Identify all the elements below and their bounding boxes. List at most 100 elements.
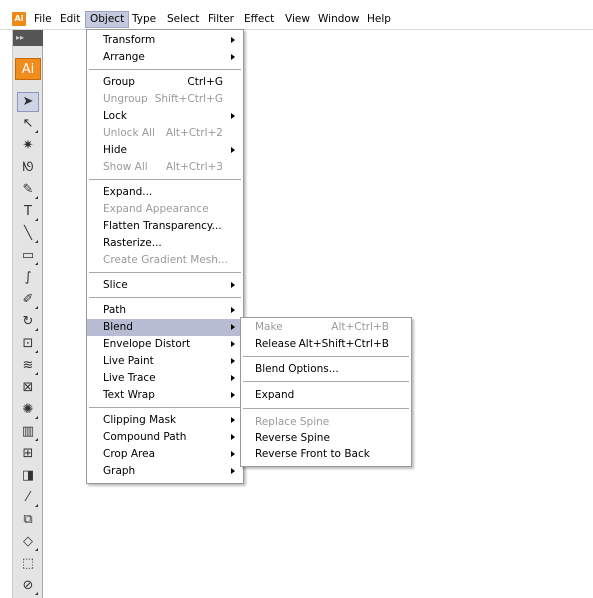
- live-paint-selection-tool-icon[interactable]: ⬚: [17, 554, 39, 574]
- rectangle-tool-icon[interactable]: ▭: [17, 246, 39, 266]
- menu-item-lock[interactable]: Lock: [87, 108, 243, 125]
- submenu-arrow-icon: [231, 113, 235, 119]
- menu-item-slice[interactable]: Slice: [87, 277, 243, 294]
- blend-tool-icon[interactable]: ⧉: [17, 510, 39, 530]
- menu-item-reverse-spine[interactable]: Reverse Spine: [241, 430, 411, 447]
- menu-item-graph[interactable]: Graph: [87, 463, 243, 480]
- menu-separator: [243, 408, 409, 409]
- flyout-corner-icon: [35, 416, 38, 419]
- menu-item-live-paint[interactable]: Live Paint: [87, 353, 243, 370]
- submenu-arrow-icon: [231, 147, 235, 153]
- flyout-corner-icon: [35, 262, 38, 265]
- submenu-arrow-icon: [231, 417, 235, 423]
- menu-item-ungroup: Ungroup Shift+Ctrl+G: [103, 93, 223, 105]
- magic-wand-tool-icon[interactable]: ✷: [17, 136, 39, 156]
- flyout-corner-icon: [35, 504, 38, 507]
- submenu-arrow-icon: [231, 54, 235, 60]
- menu-item-unlock-all: Unlock All Alt+Ctrl+2: [103, 127, 223, 139]
- illustrator-app-icon[interactable]: Ai: [12, 12, 26, 26]
- flyout-corner-icon: [35, 350, 38, 353]
- menu-item-live-trace[interactable]: Live Trace: [87, 370, 243, 387]
- menu-item-crop-area[interactable]: Crop Area: [87, 446, 243, 463]
- menu-item-replace-spine: Replace Spine: [255, 416, 330, 428]
- submenu-arrow-icon: [231, 358, 235, 364]
- eyedropper-tool-icon[interactable]: ⁄: [17, 488, 39, 508]
- menu-separator: [243, 381, 409, 382]
- submenu-arrow-icon: [231, 468, 235, 474]
- object-menu: Transform Arrange Group Ctrl+G Ungroup Shi…: [86, 29, 244, 484]
- type-tool-icon[interactable]: T: [17, 202, 39, 222]
- menu-item-rasterize[interactable]: Rasterize...: [87, 235, 243, 252]
- gradient-tool-icon[interactable]: ◨: [17, 466, 39, 486]
- menu-filter[interactable]: Filter: [204, 11, 238, 28]
- direct-selection-tool-icon[interactable]: ↖: [17, 114, 39, 134]
- flyout-corner-icon: [35, 372, 38, 375]
- menu-item-flatten-transparency[interactable]: Flatten Transparency...: [87, 218, 243, 235]
- tools-panel: ▸▸ Ai ➤↖✷ᘚ✎T╲▭∫✐↻⊡≋⊠✺▥⊞◨⁄⧉◇⬚⊘⌫: [12, 30, 43, 598]
- pen-tool-icon[interactable]: ✎: [17, 180, 39, 200]
- menu-item-path[interactable]: Path: [87, 302, 243, 319]
- line-segment-tool-icon[interactable]: ╲: [17, 224, 39, 244]
- menu-item-blend[interactable]: Blend: [87, 319, 243, 336]
- flyout-corner-icon: [35, 130, 38, 133]
- menu-item-release[interactable]: Release Alt+Shift+Ctrl+B: [241, 336, 411, 353]
- submenu-arrow-icon: [231, 324, 235, 330]
- symbol-sprayer-tool-icon[interactable]: ✺: [17, 400, 39, 420]
- menu-item-reverse-front-to-back[interactable]: Reverse Front to Back: [241, 446, 411, 463]
- flyout-corner-icon: [35, 218, 38, 221]
- submenu-arrow-icon: [231, 451, 235, 457]
- warp-tool-icon[interactable]: ≋: [17, 356, 39, 376]
- menu-item-group[interactable]: Group Ctrl+G: [87, 74, 243, 91]
- menu-view[interactable]: View: [281, 11, 314, 28]
- menu-separator: [243, 356, 409, 357]
- submenu-arrow-icon: [231, 282, 235, 288]
- menu-item-compound-path[interactable]: Compound Path: [87, 429, 243, 446]
- menu-item-text-wrap[interactable]: Text Wrap: [87, 387, 243, 404]
- flyout-corner-icon: [35, 196, 38, 199]
- lasso-tool-icon[interactable]: ᘚ: [17, 158, 39, 178]
- menu-file[interactable]: File: [30, 11, 56, 28]
- menu-item-expand[interactable]: Expand...: [87, 184, 243, 201]
- flyout-corner-icon: [35, 548, 38, 551]
- menu-object[interactable]: Object: [85, 11, 130, 28]
- menu-window[interactable]: Window: [314, 11, 363, 28]
- paintbrush-tool-icon[interactable]: ∫: [17, 268, 39, 288]
- free-transform-tool-icon[interactable]: ⊠: [17, 378, 39, 398]
- menu-separator: [89, 69, 241, 70]
- menu-edit[interactable]: Edit: [56, 11, 84, 28]
- submenu-arrow-icon: [231, 392, 235, 398]
- menu-item-blend-options[interactable]: Blend Options...: [241, 361, 411, 378]
- menu-help[interactable]: Help: [363, 11, 395, 28]
- live-paint-bucket-tool-icon[interactable]: ◇: [17, 532, 39, 552]
- menu-item-clipping-mask[interactable]: Clipping Mask: [87, 412, 243, 429]
- panel-grip[interactable]: ▸▸: [13, 30, 43, 46]
- menu-type[interactable]: Type: [128, 11, 160, 28]
- menu-item-make: Make Alt+Ctrl+B: [255, 321, 389, 333]
- submenu-arrow-icon: [231, 375, 235, 381]
- menu-select[interactable]: Select: [163, 11, 203, 28]
- menu-item-hide[interactable]: Hide: [87, 142, 243, 159]
- mesh-tool-icon[interactable]: ⊞: [17, 444, 39, 464]
- pencil-tool-icon[interactable]: ✐: [17, 290, 39, 310]
- menu-separator: [89, 179, 241, 180]
- menu-bar: Ai File Edit Object Type Select Filter E…: [0, 0, 593, 30]
- slice-tool-icon[interactable]: ⊘: [17, 576, 39, 596]
- menu-effect[interactable]: Effect: [240, 11, 278, 28]
- selection-tool-icon[interactable]: ➤: [17, 92, 39, 112]
- submenu-arrow-icon: [231, 37, 235, 43]
- flyout-corner-icon: [35, 328, 38, 331]
- submenu-arrow-icon: [231, 307, 235, 313]
- scale-tool-icon[interactable]: ⊡: [17, 334, 39, 354]
- flyout-corner-icon: [35, 240, 38, 243]
- rotate-tool-icon[interactable]: ↻: [17, 312, 39, 332]
- menu-separator: [89, 407, 241, 408]
- menu-separator: [89, 272, 241, 273]
- illustrator-logo: Ai: [15, 58, 41, 80]
- menu-item-transform[interactable]: Transform: [87, 32, 243, 49]
- column-graph-tool-icon[interactable]: ▥: [17, 422, 39, 442]
- menu-item-envelope-distort[interactable]: Envelope Distort: [87, 336, 243, 353]
- menu-item-create-gradient-mesh: Create Gradient Mesh...: [103, 254, 228, 266]
- flyout-corner-icon: [35, 306, 38, 309]
- menu-item-arrange[interactable]: Arrange: [87, 49, 243, 66]
- menu-item-expand-blend[interactable]: Expand: [241, 387, 411, 404]
